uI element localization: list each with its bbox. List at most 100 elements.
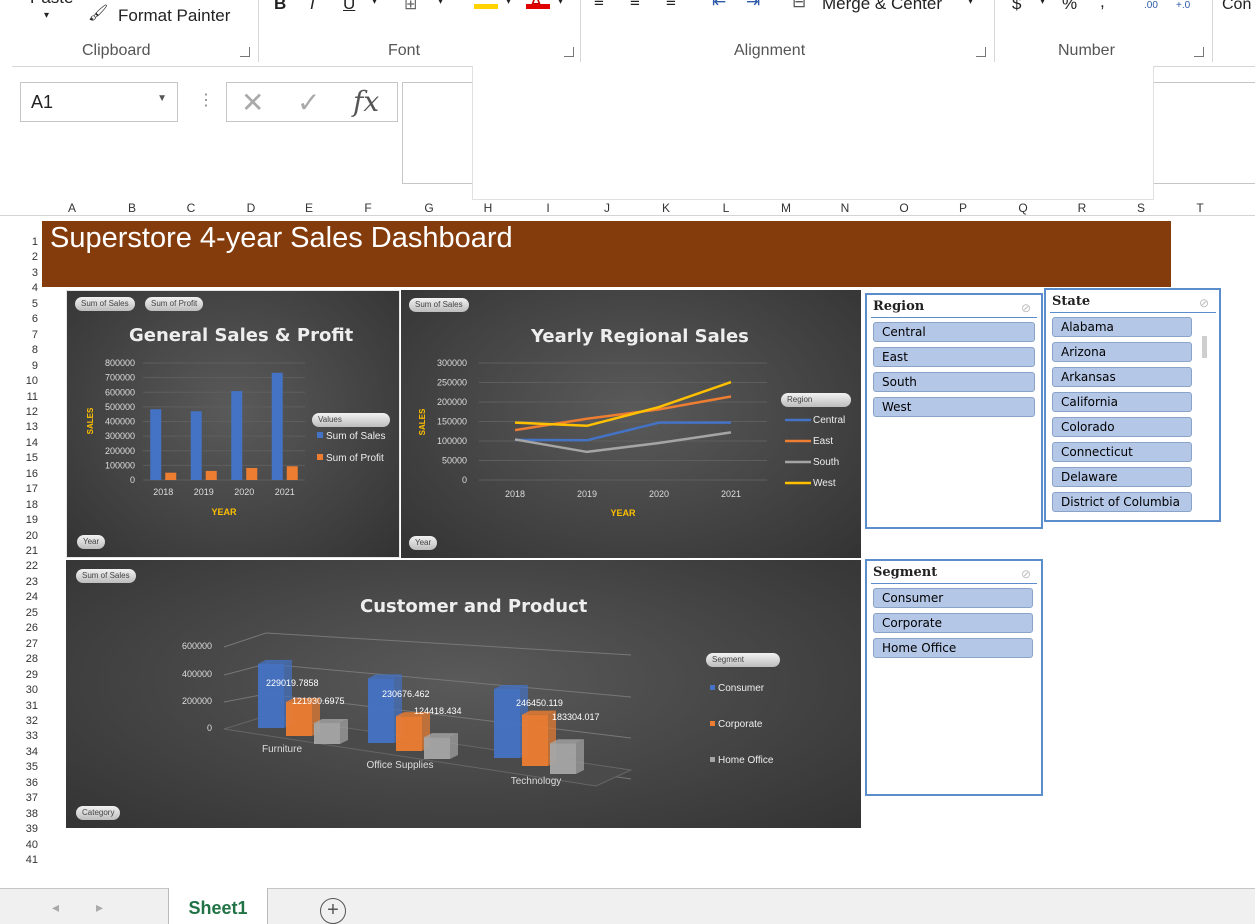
number-launcher-icon[interactable] xyxy=(1194,47,1204,57)
clear-filter-icon[interactable]: ⊘ xyxy=(1199,296,1209,310)
comma-button[interactable]: , xyxy=(1100,0,1105,12)
row-header-1[interactable]: 1 xyxy=(0,236,38,248)
decrease-decimal-button[interactable]: +.0 xyxy=(1176,0,1190,11)
row-header-38[interactable]: 38 xyxy=(0,808,38,820)
row-header-15[interactable]: 15 xyxy=(0,452,38,464)
prev-sheet-icon[interactable]: ◂ xyxy=(52,899,59,916)
row-header-9[interactable]: 9 xyxy=(0,360,38,372)
column-header-i[interactable]: I xyxy=(533,201,563,215)
row-header-25[interactable]: 25 xyxy=(0,607,38,619)
column-header-e[interactable]: E xyxy=(294,201,324,215)
column-header-m[interactable]: M xyxy=(771,201,801,215)
fill-color-icon[interactable] xyxy=(474,4,498,9)
insert-function-icon[interactable]: fx xyxy=(353,85,379,118)
column-header-b[interactable]: B xyxy=(117,201,147,215)
slicer-item-home-office[interactable]: Home Office xyxy=(873,638,1033,658)
name-box-dropdown-icon[interactable]: ▼ xyxy=(157,93,167,104)
chart-customer-product[interactable]: Sum of Sales Customer and Product 600000… xyxy=(66,560,861,828)
enter-icon[interactable]: ✓ xyxy=(297,86,320,119)
row-header-32[interactable]: 32 xyxy=(0,715,38,727)
increase-decimal-button[interactable]: .00 xyxy=(1144,0,1158,11)
align-left-icon[interactable]: ≡ xyxy=(594,0,604,12)
column-header-o[interactable]: O xyxy=(889,201,919,215)
column-header-c[interactable]: C xyxy=(176,201,206,215)
row-header-31[interactable]: 31 xyxy=(0,700,38,712)
currency-dropdown-icon[interactable]: ▾ xyxy=(1040,0,1045,7)
row-header-26[interactable]: 26 xyxy=(0,622,38,634)
column-header-k[interactable]: K xyxy=(651,201,681,215)
slicer-item-delaware[interactable]: Delaware xyxy=(1052,467,1192,487)
field-button-category[interactable]: Category xyxy=(76,806,121,820)
row-header-4[interactable]: 4 xyxy=(0,282,38,294)
row-header-8[interactable]: 8 xyxy=(0,344,38,356)
slicer-item-arizona[interactable]: Arizona xyxy=(1052,342,1192,362)
slicer-segment[interactable]: Segment ⊘ Consumer Corporate Home Office xyxy=(865,559,1043,796)
format-painter-icon[interactable]: 🖌 xyxy=(88,3,108,23)
clipboard-launcher-icon[interactable] xyxy=(240,47,250,57)
legend-title[interactable]: Values xyxy=(312,413,390,427)
row-header-5[interactable]: 5 xyxy=(0,298,38,310)
chart-yearly-regional-sales[interactable]: Sum of Sales Yearly Regional Sales 30000… xyxy=(401,290,861,558)
column-header-d[interactable]: D xyxy=(236,201,266,215)
row-header-12[interactable]: 12 xyxy=(0,406,38,418)
row-header-13[interactable]: 13 xyxy=(0,421,38,433)
row-header-11[interactable]: 11 xyxy=(0,391,38,403)
column-header-f[interactable]: F xyxy=(353,201,383,215)
row-header-29[interactable]: 29 xyxy=(0,669,38,681)
font-color-dropdown-icon[interactable]: ▾ xyxy=(558,0,563,7)
row-header-28[interactable]: 28 xyxy=(0,653,38,665)
paste-button[interactable]: Paste xyxy=(30,0,73,8)
slicer-state[interactable]: State ⊘ Alabama Arizona Arkansas California… xyxy=(1044,288,1221,522)
column-header-r[interactable]: R xyxy=(1067,201,1097,215)
column-header-g[interactable]: G xyxy=(414,201,444,215)
formula-bar-grip-icon[interactable]: ⋮ xyxy=(198,90,214,110)
currency-button[interactable]: $ xyxy=(1012,0,1021,14)
column-header-p[interactable]: P xyxy=(948,201,978,215)
row-header-17[interactable]: 17 xyxy=(0,483,38,495)
row-header-3[interactable]: 3 xyxy=(0,267,38,279)
slicer-item-district-of-columbia[interactable]: District of Columbia xyxy=(1052,492,1192,512)
row-header-27[interactable]: 27 xyxy=(0,638,38,650)
column-header-t[interactable]: T xyxy=(1185,201,1215,215)
row-header-35[interactable]: 35 xyxy=(0,761,38,773)
row-header-23[interactable]: 23 xyxy=(0,576,38,588)
slicer-item-alabama[interactable]: Alabama xyxy=(1052,317,1192,337)
format-painter-button[interactable]: Format Painter xyxy=(118,6,230,26)
row-header-14[interactable]: 14 xyxy=(0,437,38,449)
slicer-item-south[interactable]: South xyxy=(873,372,1035,392)
column-header-j[interactable]: J xyxy=(592,201,622,215)
row-header-22[interactable]: 22 xyxy=(0,560,38,572)
row-header-6[interactable]: 6 xyxy=(0,313,38,325)
bold-button[interactable]: B xyxy=(274,0,286,14)
merge-dropdown-icon[interactable]: ▾ xyxy=(968,0,973,7)
slicer-item-connecticut[interactable]: Connecticut xyxy=(1052,442,1192,462)
row-header-37[interactable]: 37 xyxy=(0,792,38,804)
slicer-item-central[interactable]: Central xyxy=(873,322,1035,342)
next-sheet-icon[interactable]: ▸ xyxy=(96,899,103,916)
borders-dropdown-icon[interactable]: ▾ xyxy=(438,0,443,7)
merge-center-button[interactable]: Merge & Center xyxy=(822,0,942,14)
column-header-n[interactable]: N xyxy=(830,201,860,215)
row-header-33[interactable]: 33 xyxy=(0,730,38,742)
column-header-q[interactable]: Q xyxy=(1008,201,1038,215)
slicer-item-consumer[interactable]: Consumer xyxy=(873,588,1033,608)
slicer-item-california[interactable]: California xyxy=(1052,392,1192,412)
row-header-20[interactable]: 20 xyxy=(0,530,38,542)
slicer-region[interactable]: Region ⊘ Central East South West xyxy=(865,293,1043,529)
legend-title[interactable]: Segment xyxy=(706,653,780,667)
column-header-l[interactable]: L xyxy=(711,201,741,215)
row-header-40[interactable]: 40 xyxy=(0,839,38,851)
legend-title[interactable]: Region xyxy=(781,393,851,407)
sheet-tab-sheet1[interactable]: Sheet1 xyxy=(168,888,268,924)
column-header-a[interactable]: A xyxy=(57,201,87,215)
slicer-item-colorado[interactable]: Colorado xyxy=(1052,417,1192,437)
underline-button[interactable]: U xyxy=(343,0,355,14)
name-box[interactable]: A1 ▼ xyxy=(20,82,178,122)
align-right-icon[interactable]: ≡ xyxy=(666,0,676,12)
decrease-indent-icon[interactable]: ⇤ xyxy=(712,0,726,12)
row-header-36[interactable]: 36 xyxy=(0,777,38,789)
slicer-item-arkansas[interactable]: Arkansas xyxy=(1052,367,1192,387)
row-header-18[interactable]: 18 xyxy=(0,499,38,511)
row-header-34[interactable]: 34 xyxy=(0,746,38,758)
font-launcher-icon[interactable] xyxy=(564,47,574,57)
